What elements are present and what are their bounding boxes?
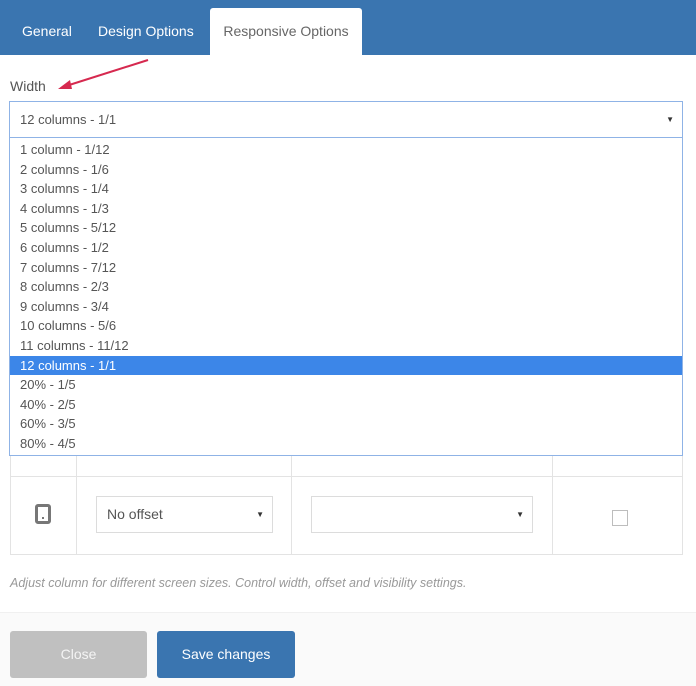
modal-footer: Close Save changes bbox=[0, 612, 696, 686]
width-option[interactable]: 3 columns - 1/4 bbox=[10, 179, 682, 199]
chevron-down-icon: ▼ bbox=[256, 510, 264, 519]
width-option[interactable]: 1 column - 1/12 bbox=[10, 140, 682, 160]
width-option[interactable]: 6 columns - 1/2 bbox=[10, 238, 682, 258]
width-option[interactable]: 10 columns - 5/6 bbox=[10, 316, 682, 336]
width-option[interactable]: 11 columns - 11/12 bbox=[10, 336, 682, 356]
width-option[interactable]: 12 columns - 1/1 bbox=[10, 355, 682, 376]
help-text: Adjust column for different screen sizes… bbox=[10, 576, 467, 590]
width-select[interactable]: 12 columns - 1/1 ▼ bbox=[9, 101, 683, 138]
tab-general[interactable]: General bbox=[22, 8, 72, 55]
tab-design-options[interactable]: Design Options bbox=[98, 8, 194, 55]
chevron-down-icon: ▼ bbox=[516, 510, 524, 519]
width-option[interactable]: 7 columns - 7/12 bbox=[10, 258, 682, 278]
offset-select[interactable]: No offset ▼ bbox=[96, 496, 273, 533]
width-label: Width bbox=[10, 78, 46, 94]
width-option[interactable]: 2 columns - 1/6 bbox=[10, 160, 682, 180]
close-button[interactable]: Close bbox=[10, 631, 147, 678]
table-divider bbox=[11, 476, 682, 477]
width-option[interactable]: 8 columns - 2/3 bbox=[10, 277, 682, 297]
tab-bar: General Design Options Responsive Option… bbox=[0, 0, 696, 55]
width-option[interactable]: 60% - 3/5 bbox=[10, 414, 682, 434]
responsive-settings-table: No offset ▼ ▼ bbox=[10, 440, 683, 555]
width-option[interactable]: 40% - 2/5 bbox=[10, 395, 682, 415]
table-divider bbox=[552, 440, 553, 554]
table-divider bbox=[291, 440, 292, 554]
width-option[interactable]: 80% - 4/5 bbox=[10, 434, 682, 454]
annotation-arrow-icon bbox=[58, 59, 149, 89]
hide-on-device-checkbox[interactable] bbox=[612, 510, 628, 526]
chevron-down-icon: ▼ bbox=[666, 115, 674, 124]
width-dropdown-list: 1 column - 1/12 2 columns - 1/6 3 columns … bbox=[9, 138, 683, 456]
table-divider bbox=[76, 440, 77, 554]
width-option[interactable]: 4 columns - 1/3 bbox=[10, 199, 682, 219]
save-changes-button[interactable]: Save changes bbox=[157, 631, 295, 678]
tab-responsive-options[interactable]: Responsive Options bbox=[210, 8, 362, 55]
offset-select-value: No offset bbox=[107, 506, 163, 522]
width-select-value: 12 columns - 1/1 bbox=[20, 112, 117, 127]
width-option[interactable]: 5 columns - 5/12 bbox=[10, 218, 682, 238]
width-option[interactable]: 9 columns - 3/4 bbox=[10, 297, 682, 317]
mobile-device-icon bbox=[35, 504, 51, 524]
mobile-width-select[interactable]: ▼ bbox=[311, 496, 533, 533]
width-option[interactable]: 20% - 1/5 bbox=[10, 375, 682, 395]
